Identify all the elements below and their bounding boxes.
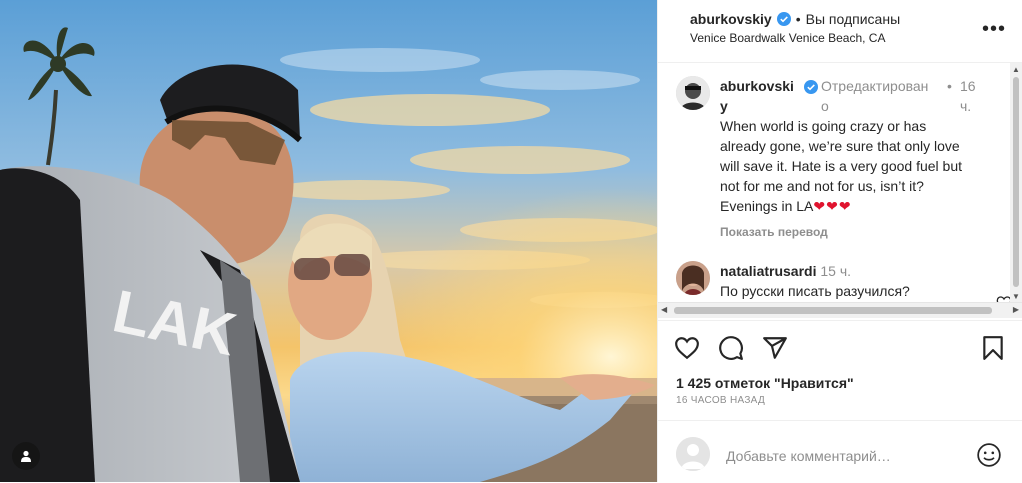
caption-line: not for me and not for us, isn’t it? <box>720 178 924 194</box>
caption-time[interactable]: 16 <box>960 76 976 96</box>
caption-time-unit: ч. <box>960 98 972 114</box>
edited-label-wrap: о <box>821 98 829 114</box>
comments-vertical-scrollbar[interactable]: ▲ ▼ <box>1010 63 1022 303</box>
emoji-smiley-icon[interactable] <box>976 442 1002 468</box>
likes-count[interactable]: 1 425 отметок "Нравится" <box>676 375 854 391</box>
scroll-left-arrow-icon[interactable]: ◀ <box>661 305 667 314</box>
scroll-right-arrow-icon[interactable]: ▶ <box>1013 305 1019 314</box>
caption-line: Evenings in LA <box>720 198 814 214</box>
comments-section[interactable]: aburkovski y Отредактирован о • 16 ч. Wh… <box>658 63 1022 302</box>
user-icon <box>21 450 31 462</box>
verified-badge-icon <box>776 12 791 26</box>
post-actions: 1 425 отметок "Нравится" 16 ЧАСОВ НАЗАД <box>658 320 1022 417</box>
caption-line: already gone, we’re sure that only love <box>720 138 960 154</box>
comment-username[interactable]: nataliatrusardi <box>720 263 816 279</box>
comments-horizontal-scrollbar[interactable]: ◀ ▶ <box>658 302 1022 318</box>
caption-line-last: Evenings in LA❤❤❤ <box>720 196 1000 216</box>
scrollbar-thumb[interactable] <box>1013 77 1019 287</box>
instagram-post: LAK aburkovskiy • Вы подписаны Venice Bo… <box>0 0 1022 482</box>
header-username[interactable]: aburkovskiy <box>690 11 772 27</box>
more-options-icon[interactable]: ••• <box>982 18 1006 41</box>
post-side-panel: aburkovskiy • Вы подписаны Venice Boardw… <box>657 0 1022 482</box>
header-user-row: aburkovskiy • Вы подписаны <box>690 11 900 27</box>
verified-badge-icon <box>804 80 818 94</box>
like-heart-icon[interactable] <box>674 335 700 361</box>
avatar[interactable] <box>676 76 710 110</box>
caption-text: When world is going crazy or has already… <box>720 116 1000 216</box>
caption-username[interactable]: aburkovski <box>720 76 794 96</box>
sunset-selfie-image: LAK <box>0 0 657 482</box>
header-separator: • <box>795 11 801 27</box>
scroll-down-arrow-icon[interactable]: ▼ <box>1012 292 1020 301</box>
post-photo[interactable]: LAK <box>0 0 657 482</box>
comment-text: По русски писать разучился? <box>720 283 910 299</box>
add-comment-input[interactable] <box>724 445 958 467</box>
comment-time[interactable]: 15 ч. <box>820 263 851 279</box>
caption-username-wrap[interactable]: y <box>720 96 728 116</box>
current-user-avatar <box>676 437 710 471</box>
heart-emoji-icon: ❤❤❤ <box>813 198 852 214</box>
scroll-up-arrow-icon[interactable]: ▲ <box>1012 65 1020 74</box>
save-bookmark-icon[interactable] <box>980 335 1006 361</box>
avatar[interactable] <box>676 261 710 295</box>
tagged-users-button[interactable] <box>12 442 40 470</box>
following-button[interactable]: Вы подписаны <box>806 11 901 27</box>
location-link[interactable]: Venice Boardwalk Venice Beach, CA <box>690 31 885 45</box>
edited-label: Отредактирован <box>821 78 929 94</box>
comment-icon[interactable] <box>718 335 744 361</box>
caption-line: When world is going crazy or has <box>720 118 927 134</box>
scrollbar-thumb[interactable] <box>674 307 992 314</box>
share-send-icon[interactable] <box>762 335 788 361</box>
show-translation-link[interactable]: Показать перевод <box>720 222 1000 242</box>
add-comment-bar <box>658 420 1022 483</box>
post-timestamp[interactable]: 16 ЧАСОВ НАЗАД <box>676 395 765 406</box>
post-header: aburkovskiy • Вы подписаны Venice Boardw… <box>658 0 1022 63</box>
caption-separator: • <box>947 78 952 94</box>
caption-line: will save it. Hate is a very good fuel b… <box>720 158 963 174</box>
